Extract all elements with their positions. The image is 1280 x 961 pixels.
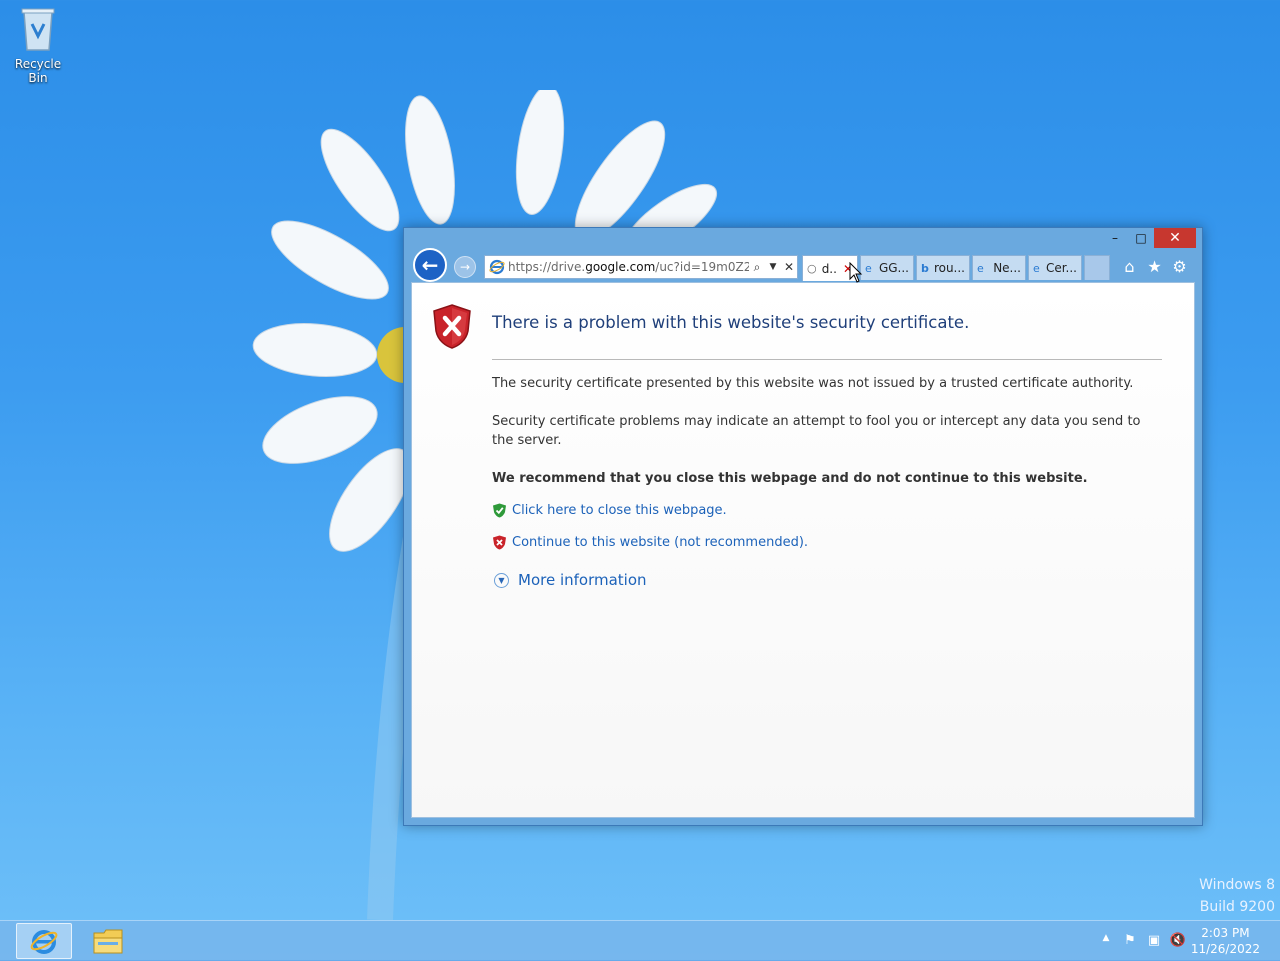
action-center-flag-icon[interactable]: ⚑ [1118, 933, 1142, 948]
recommendation-text: We recommend that you close this webpage… [492, 471, 1088, 486]
red-shield-icon [493, 535, 506, 550]
watermark-build: Build 9200 [1199, 899, 1275, 915]
chevron-down-icon[interactable]: ▼ [765, 262, 781, 272]
tab-label: Cer... [1045, 261, 1077, 275]
taskbar-clock[interactable]: 2:03 PM 11/26/2022 [1191, 925, 1260, 957]
stop-icon[interactable]: ✕ [781, 260, 797, 274]
watermark-os: Windows 8 [1199, 877, 1275, 893]
shield-error-icon [433, 304, 471, 349]
caption-buttons: – □ ✕ [1102, 228, 1196, 248]
windows-watermark: Windows 8 Build 9200 [1199, 874, 1275, 918]
search-icon[interactable]: ⌕ [749, 260, 765, 275]
minimize-button[interactable]: – [1102, 228, 1128, 248]
maximize-button[interactable]: □ [1128, 228, 1154, 248]
recycle-bin[interactable]: Recycle Bin [4, 6, 72, 85]
clock-date: 11/26/2022 [1190, 942, 1260, 956]
new-tab-button[interactable] [1084, 255, 1110, 280]
tab-label: Ne... [993, 261, 1021, 275]
ie-page-icon: e [865, 261, 872, 275]
forward-button[interactable]: → [454, 256, 476, 278]
close-webpage-link-label: Click here to close this webpage. [512, 503, 727, 518]
divider [492, 359, 1162, 360]
page-content: There is a problem with this website's s… [411, 282, 1195, 818]
volume-muted-icon[interactable]: 🔇 [1166, 933, 1190, 948]
forward-arrow-icon: → [459, 260, 471, 274]
back-button[interactable]: ← [413, 248, 447, 282]
green-shield-icon [493, 503, 506, 518]
home-icon[interactable]: ⌂ [1117, 255, 1142, 277]
network-icon[interactable]: ▣ [1142, 933, 1166, 948]
file-explorer-icon [93, 929, 123, 954]
tab-5[interactable]: e Cer... [1028, 255, 1082, 280]
ie-window: – □ ✕ ← → https://drive.google.com/uc?id… [403, 227, 1203, 826]
ie-page-icon: e [977, 261, 984, 275]
recycle-bin-label: Recycle Bin [14, 57, 62, 85]
taskbar-file-explorer[interactable] [84, 923, 132, 959]
tab-label: rou... [933, 261, 965, 275]
tab-2[interactable]: e GG... [860, 255, 914, 280]
ie-page-icon: e [1033, 261, 1040, 275]
tab-label: d.. [821, 261, 837, 276]
loading-icon: ○ [807, 262, 817, 275]
taskbar: ▲ ⚑ ▣ 🔇 2:03 PM 11/26/2022 [0, 920, 1280, 961]
recycle-bin-icon [21, 8, 55, 51]
address-bar[interactable]: https://drive.google.com/uc?id=19m0Z2dQ(… [484, 255, 798, 279]
tab-3[interactable]: b rou... [916, 255, 970, 280]
browser-toolbar: ← → https://drive.google.com/uc?id=19m0Z… [404, 248, 1202, 282]
tab-label: GG... [878, 261, 909, 275]
more-information-label: More information [518, 571, 647, 589]
continue-website-link[interactable]: Continue to this website (not recommende… [492, 535, 808, 550]
gear-icon[interactable]: ⚙ [1167, 255, 1192, 277]
mouse-cursor-icon [849, 262, 863, 283]
close-window-button[interactable]: ✕ [1154, 228, 1196, 248]
expand-chevron-icon: ▼ [494, 572, 509, 588]
internet-explorer-icon [30, 930, 58, 954]
back-arrow-icon: ← [421, 253, 439, 277]
clock-time: 2:03 PM [1201, 926, 1250, 940]
tab-4[interactable]: e Ne... [972, 255, 1026, 280]
favorites-star-icon[interactable]: ★ [1142, 255, 1167, 277]
more-information-toggle[interactable]: ▼ More information [494, 571, 647, 589]
show-hidden-icons-icon[interactable]: ▲ [1094, 933, 1118, 948]
paragraph-untrusted: The security certificate presented by th… [492, 376, 1134, 391]
address-url: https://drive.google.com/uc?id=19m0Z2dQ( [508, 260, 749, 274]
page-title: There is a problem with this website's s… [492, 313, 970, 332]
system-tray: ▲ ⚑ ▣ 🔇 [1094, 933, 1190, 948]
close-webpage-link[interactable]: Click here to close this webpage. [492, 503, 727, 518]
bing-icon: b [921, 261, 929, 275]
taskbar-internet-explorer[interactable] [16, 923, 72, 959]
ie-page-icon [489, 259, 505, 275]
command-tools: ⌂ ★ ⚙ [1117, 255, 1192, 277]
paragraph-warning: Security certificate problems may indica… [492, 414, 1141, 448]
continue-website-link-label: Continue to this website (not recommende… [512, 535, 809, 550]
